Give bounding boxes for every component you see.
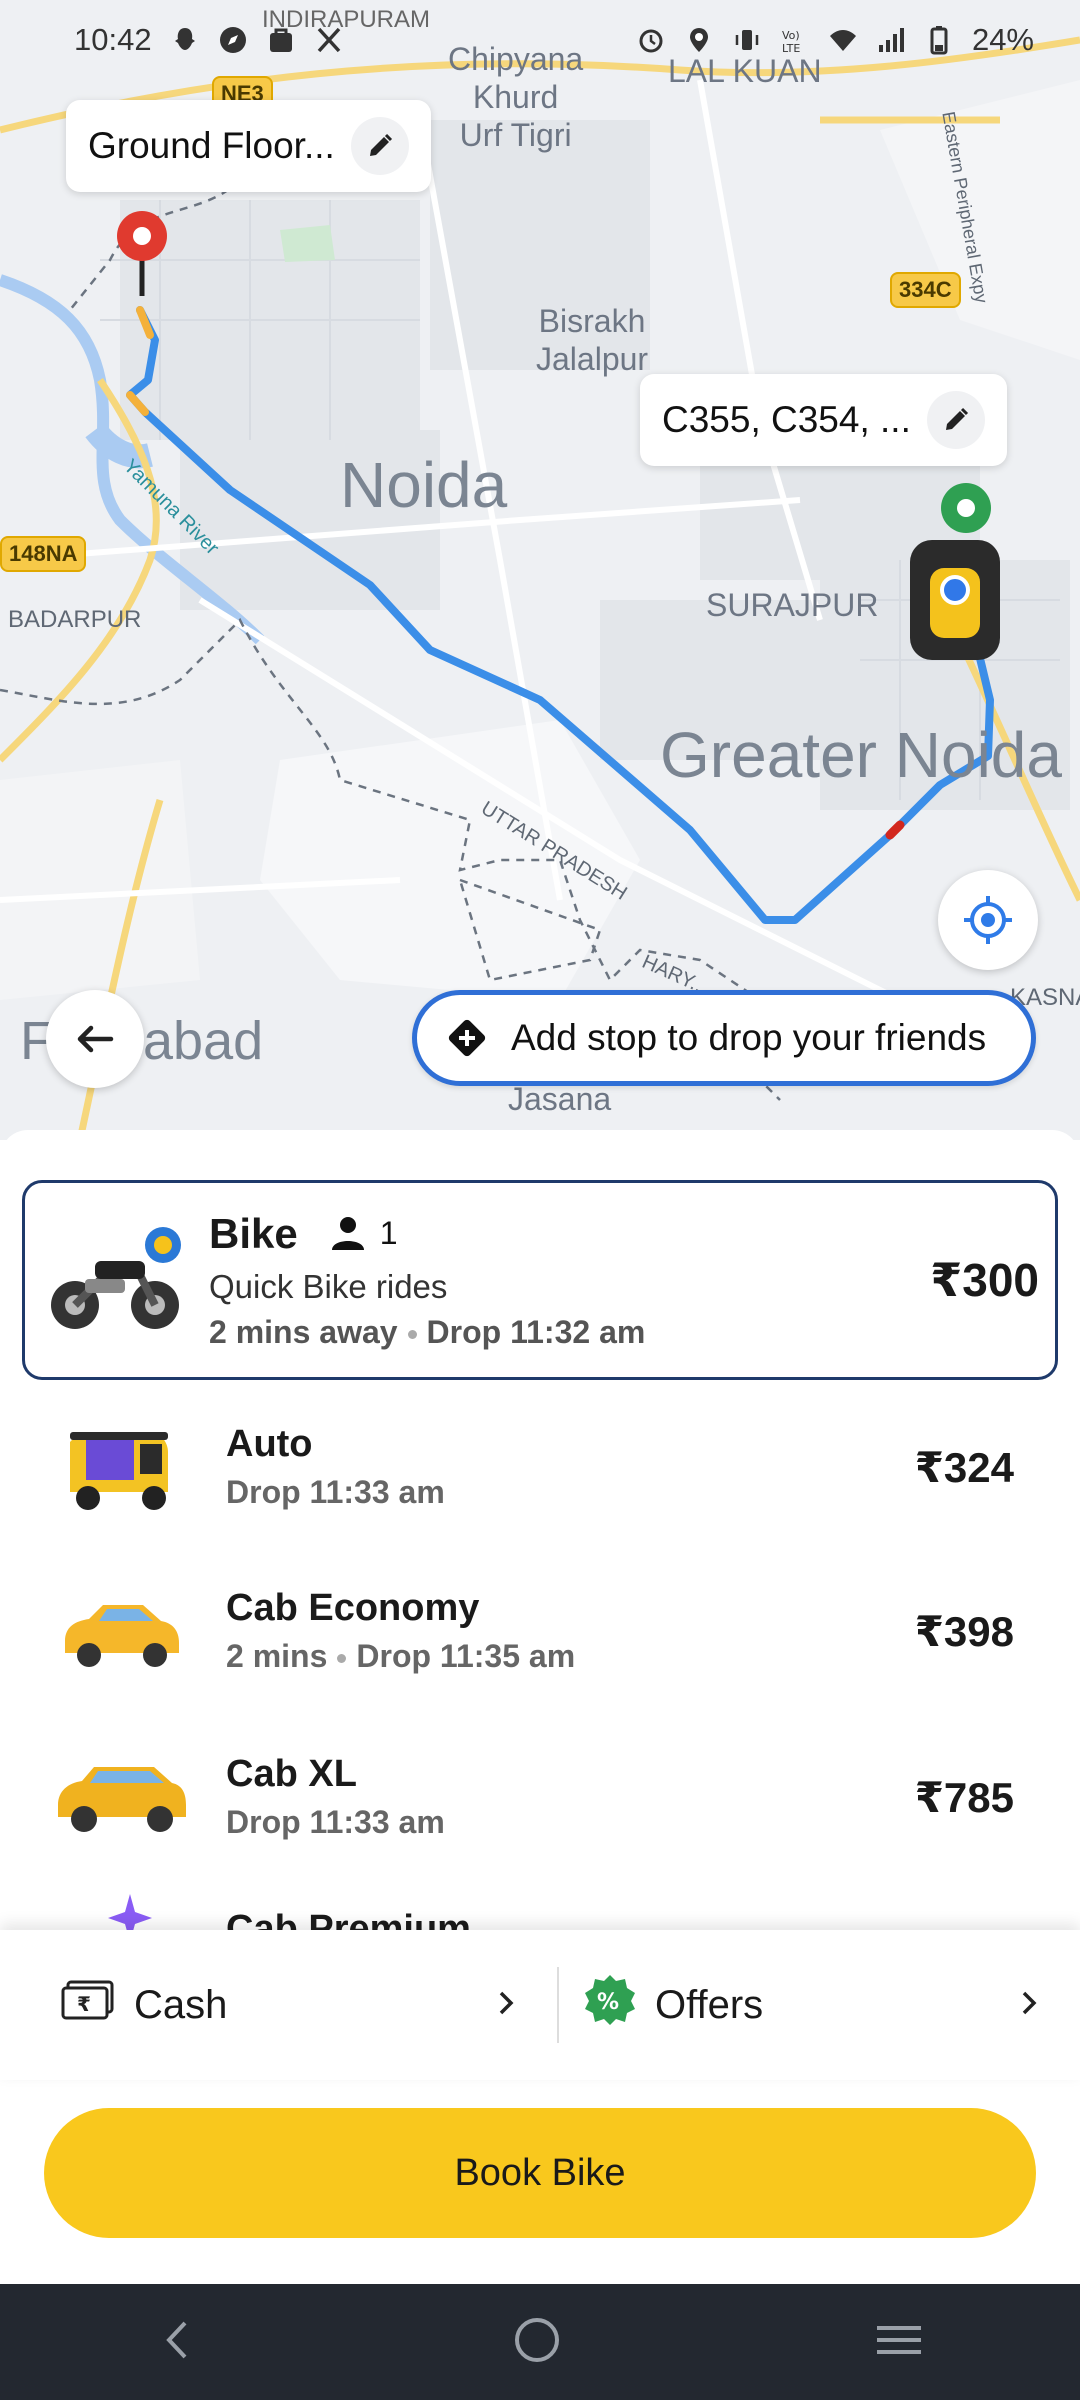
- auto-rickshaw-icon: [0, 1412, 200, 1522]
- bike-icon: [25, 1225, 205, 1335]
- ride-option-auto[interactable]: Auto Drop 11:33 am ₹324: [0, 1402, 1080, 1532]
- edit-pickup-icon[interactable]: [350, 117, 409, 175]
- drop-location-chip[interactable]: C355, C354, ...: [640, 374, 1007, 466]
- map-label-lal-kuan: LAL KUAN: [668, 53, 822, 89]
- payment-bar: ₹ Cash % Offers: [0, 1930, 1080, 2080]
- arrow-left-icon: [77, 1025, 114, 1053]
- my-location-icon: [964, 896, 1012, 944]
- ride-price: ₹324: [914, 1443, 1014, 1491]
- offers-badge-icon: %: [583, 1973, 637, 2037]
- map-label-greater-noida: Greater Noida: [660, 719, 1062, 791]
- add-stop-label: Add stop to drop your friends: [511, 1017, 987, 1058]
- book-ride-button[interactable]: Book Bike: [44, 2108, 1036, 2238]
- ride-price: ₹398: [914, 1607, 1014, 1655]
- ride-name: Cab XL: [226, 1753, 357, 1795]
- person-icon: [328, 1214, 368, 1254]
- nav-menu-icon: [877, 2325, 921, 2354]
- sparkle-icon: [0, 1890, 200, 1930]
- status-time: 10:42: [74, 22, 152, 57]
- separator-dot: [337, 1654, 347, 1664]
- ride-price: ₹300: [930, 1254, 1039, 1306]
- nav-home-icon: [515, 2317, 559, 2362]
- offers-label: Offers: [655, 1982, 764, 2027]
- drop-location-text: C355, C354, ...: [662, 399, 911, 440]
- vibrate-icon: [732, 25, 762, 55]
- snapchat-icon: [170, 25, 200, 55]
- ride-name: Cab Economy: [226, 1587, 480, 1629]
- ride-option-bike[interactable]: Bike 1 Quick Bike rides 2 mins away Drop …: [22, 1180, 1058, 1380]
- svg-text:₹: ₹: [77, 1992, 91, 2016]
- nav-menu-button[interactable]: [871, 2312, 927, 2373]
- separator-dot: [407, 1329, 417, 1339]
- ride-eta: 2 mins away: [209, 1313, 398, 1350]
- nav-back-icon: [166, 2321, 187, 2358]
- cab-xl-icon: [0, 1742, 200, 1852]
- battery-icon: [924, 25, 954, 55]
- system-nav-bar: [0, 2284, 1080, 2400]
- pickup-location-chip[interactable]: Ground Floor...: [66, 100, 431, 192]
- map-view[interactable]: 10:42 Vo) LTE 24% INDIRAPURAM Chipyana K…: [0, 0, 1080, 1140]
- ride-capacity: 1: [379, 1215, 398, 1251]
- offers-button[interactable]: % Offers: [559, 1930, 1080, 2080]
- location-icon: [684, 25, 714, 55]
- cab-economy-icon: [0, 1576, 200, 1686]
- ride-drop-time: Drop 11:33 am: [226, 1804, 445, 1840]
- chevron-right-icon: [491, 1983, 521, 2028]
- ride-option-cab-economy[interactable]: Cab Economy 2 mins Drop 11:35 am ₹398: [0, 1566, 1080, 1696]
- map-label-indirapuram: INDIRAPURAM: [262, 6, 431, 33]
- signal-icon: [876, 25, 906, 55]
- payment-method-button[interactable]: ₹ Cash: [0, 1930, 557, 2080]
- chevron-right-icon: [1014, 1983, 1044, 2028]
- ride-eta: 2 mins: [226, 1638, 328, 1674]
- add-stop-icon: [448, 1019, 486, 1057]
- back-button[interactable]: [46, 990, 144, 1088]
- ride-drop-time: Drop 11:35 am: [356, 1638, 576, 1674]
- payment-method-label: Cash: [134, 1982, 228, 2027]
- ride-price: ₹785: [914, 1773, 1014, 1821]
- svg-text:%: %: [597, 1990, 619, 2015]
- wifi-icon: [828, 25, 858, 55]
- cash-icon: ₹: [60, 1978, 116, 2032]
- nav-back-button[interactable]: [153, 2315, 203, 2370]
- ride-option-cab-premium[interactable]: Cab Premium: [0, 1890, 1080, 1930]
- ride-option-cab-xl[interactable]: Cab XL Drop 11:33 am ₹785: [0, 1732, 1080, 1862]
- svg-text:Vo): Vo): [782, 29, 800, 42]
- route-shield-148na: 148NA: [0, 536, 87, 572]
- map-label-badarpur: BADARPUR: [8, 606, 142, 633]
- ride-options-sheet: Bike 1 Quick Bike rides 2 mins away Drop …: [0, 1130, 1080, 1930]
- ride-name: Bike: [209, 1209, 298, 1257]
- alarm-icon: [636, 25, 666, 55]
- battery-percent: 24%: [971, 22, 1034, 57]
- map-label-bisrakh: Bisrakh Jalalpur: [536, 303, 649, 377]
- ride-name: Auto: [226, 1423, 313, 1465]
- map-label-surajpur: SURAJPUR: [706, 587, 879, 623]
- route-shield-334c: 334C: [890, 272, 961, 308]
- map-label-chipyana: Chipyana Khurd Urf Tigri: [448, 41, 584, 153]
- edit-drop-icon[interactable]: [926, 391, 985, 449]
- compass-icon: [218, 25, 248, 55]
- nav-home-button[interactable]: [509, 2312, 565, 2373]
- volte-icon: Vo) LTE: [780, 25, 810, 55]
- ride-drop-time: Drop 11:32 am: [426, 1313, 646, 1350]
- add-stop-button[interactable]: Add stop to drop your friends: [412, 990, 1036, 1086]
- ride-subtitle: Quick Bike rides: [209, 1267, 448, 1305]
- ride-name: Cab Premium: [226, 1908, 471, 1930]
- map-label-noida: Noida: [340, 449, 508, 521]
- pickup-location-text: Ground Floor...: [88, 125, 335, 166]
- ride-drop-time: Drop 11:33 am: [226, 1474, 445, 1510]
- recenter-button[interactable]: [938, 870, 1038, 970]
